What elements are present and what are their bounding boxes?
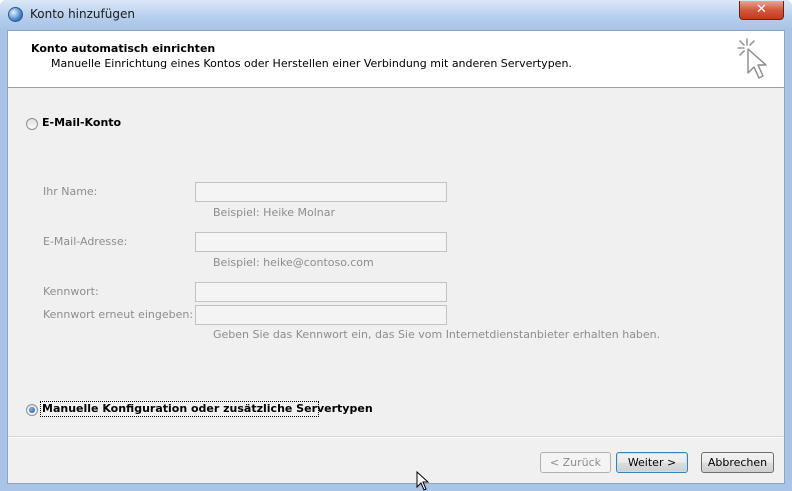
password-repeat-input[interactable] — [195, 305, 447, 325]
header-subtitle: Manuelle Einrichtung eines Kontos oder H… — [51, 57, 572, 70]
email-hint: Beispiel: heike@contoso.com — [213, 256, 374, 269]
radio-manual-config[interactable] — [26, 404, 38, 416]
dialog-client-area: Konto automatisch einrichten Manuelle Ei… — [7, 30, 785, 484]
radio-email-account-label[interactable]: E-Mail-Konto — [42, 116, 121, 129]
cancel-button[interactable]: Abbrechen — [701, 452, 774, 473]
radio-email-account[interactable] — [26, 118, 38, 130]
footer-divider — [8, 436, 784, 438]
password-label: Kennwort: — [43, 285, 99, 298]
password-hint: Geben Sie das Kennwort ein, das Sie vom … — [213, 328, 661, 341]
email-input[interactable] — [195, 232, 447, 252]
outlook-app-icon — [8, 7, 23, 22]
radio-manual-config-label[interactable]: Manuelle Konfiguration oder zusätzliche … — [42, 402, 373, 415]
wizard-cursor-icon — [737, 38, 767, 79]
next-button[interactable]: Weiter > — [616, 452, 688, 473]
email-label: E-Mail-Adresse: — [43, 235, 128, 248]
back-button[interactable]: < Zurück — [540, 452, 611, 473]
close-button[interactable]: ✕ — [739, 1, 784, 20]
window-title: Konto hinzufügen — [30, 7, 135, 21]
name-hint: Beispiel: Heike Molnar — [213, 206, 336, 219]
dialog-window: Konto hinzufügen ✕ Konto automatisch ein… — [0, 0, 792, 491]
wizard-header: Konto automatisch einrichten Manuelle Ei… — [8, 31, 784, 88]
password-input[interactable] — [195, 282, 447, 302]
mouse-cursor-icon — [416, 471, 430, 491]
name-input[interactable] — [195, 182, 447, 202]
title-bar[interactable]: Konto hinzufügen ✕ — [0, 0, 792, 30]
name-label: Ihr Name: — [43, 185, 98, 198]
password-repeat-label: Kennwort erneut eingeben: — [43, 308, 194, 321]
header-title: Konto automatisch einrichten — [31, 42, 216, 55]
